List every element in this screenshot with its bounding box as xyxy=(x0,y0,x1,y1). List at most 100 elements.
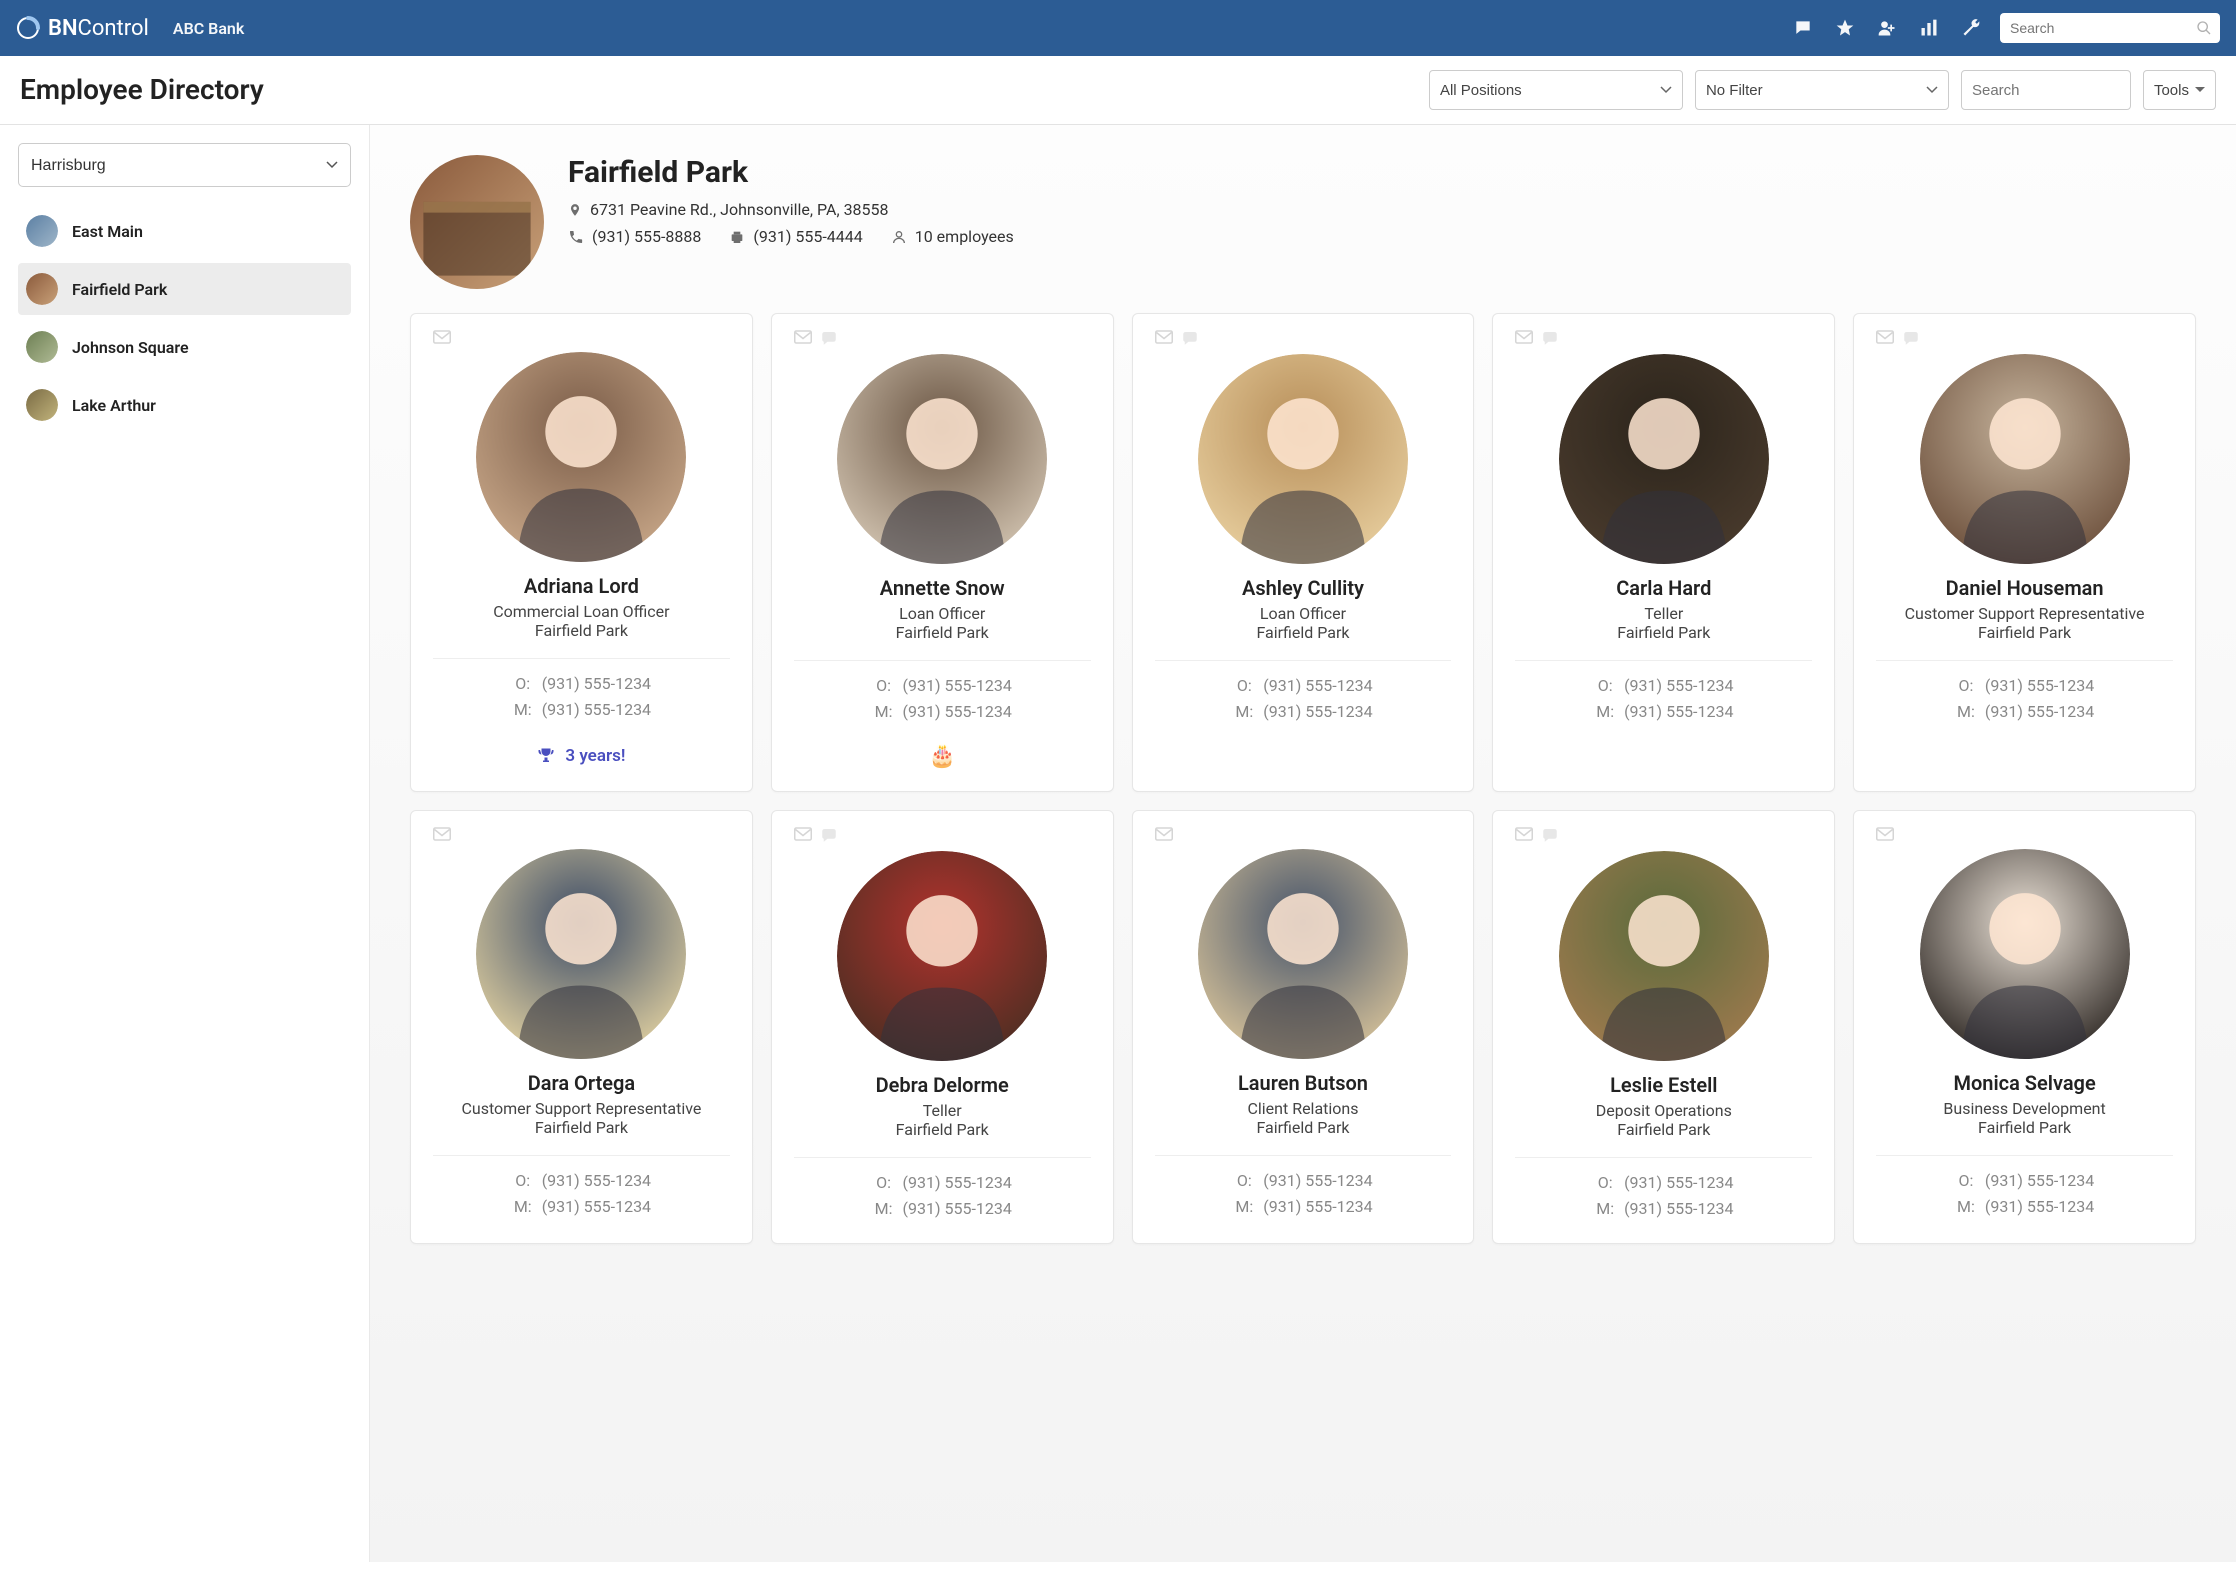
divider xyxy=(1155,660,1452,661)
chat-icon[interactable] xyxy=(1782,7,1824,49)
avatar xyxy=(837,851,1047,1061)
employee-card[interactable]: Ashley Cullity Loan Officer Fairfield Pa… xyxy=(1132,313,1475,792)
employee-phones: O: (931) 555-1234 M: (931) 555-1234 xyxy=(433,671,730,722)
sidebar-location-item[interactable]: Fairfield Park xyxy=(18,263,351,315)
location-label: Lake Arthur xyxy=(72,396,156,415)
employee-card[interactable]: Monica Selvage Business Development Fair… xyxy=(1853,810,2196,1244)
user-add-icon[interactable] xyxy=(1866,7,1908,49)
employee-phones: O: (931) 555-1234 M: (931) 555-1234 xyxy=(1155,1168,1452,1219)
mail-icon[interactable] xyxy=(1155,330,1173,344)
employee-branch: Fairfield Park xyxy=(1155,1118,1452,1137)
mail-icon[interactable] xyxy=(433,330,451,344)
global-search-input[interactable] xyxy=(2000,13,2220,43)
chat-bubble-icon[interactable] xyxy=(1541,330,1559,346)
mail-icon[interactable] xyxy=(1155,827,1173,841)
location-thumb xyxy=(26,215,58,247)
mail-icon[interactable] xyxy=(794,330,812,344)
location-thumb xyxy=(26,331,58,363)
mail-icon[interactable] xyxy=(1515,827,1533,841)
location-thumb xyxy=(26,389,58,421)
employee-card[interactable]: Carla Hard Teller Fairfield Park O: (931… xyxy=(1492,313,1835,792)
location-label: Johnson Square xyxy=(72,338,189,357)
wrench-icon[interactable] xyxy=(1950,7,1992,49)
avatar xyxy=(1559,851,1769,1061)
mail-icon[interactable] xyxy=(433,827,451,841)
employee-card[interactable]: Debra Delorme Teller Fairfield Park O: (… xyxy=(771,810,1114,1244)
card-actions xyxy=(1876,330,2173,346)
location-photo xyxy=(410,155,544,289)
filter-select[interactable]: No Filter xyxy=(1695,70,1949,110)
employee-card[interactable]: Annette Snow Loan Officer Fairfield Park… xyxy=(771,313,1114,792)
star-icon[interactable] xyxy=(1824,7,1866,49)
divider xyxy=(1876,660,2173,661)
card-actions xyxy=(1155,330,1452,346)
chat-bubble-icon[interactable] xyxy=(820,330,838,346)
employee-title: Commercial Loan Officer xyxy=(433,602,730,621)
divider xyxy=(794,660,1091,661)
divider xyxy=(794,1157,1091,1158)
employee-branch: Fairfield Park xyxy=(1515,623,1812,642)
divider xyxy=(433,658,730,659)
chat-bubble-icon[interactable] xyxy=(1902,330,1920,346)
location-fax: (931) 555-4444 xyxy=(729,227,862,246)
employee-branch: Fairfield Park xyxy=(1155,623,1452,642)
main-area: Harrisburg East Main Fairfield Park Johnso… xyxy=(0,125,2236,1562)
card-actions xyxy=(1515,330,1812,346)
card-actions xyxy=(794,330,1091,346)
employee-name: Lauren Butson xyxy=(1155,1071,1452,1095)
card-actions xyxy=(1515,827,1812,843)
employee-card[interactable]: Adriana Lord Commercial Loan Officer Fai… xyxy=(410,313,753,792)
region-select[interactable]: Harrisburg xyxy=(18,143,351,187)
avatar xyxy=(476,849,686,1059)
employee-card[interactable]: Lauren Butson Client Relations Fairfield… xyxy=(1132,810,1475,1244)
employee-card[interactable]: Daniel Houseman Customer Support Represe… xyxy=(1853,313,2196,792)
divider xyxy=(433,1155,730,1156)
bank-name: ABC Bank xyxy=(173,19,244,38)
card-actions xyxy=(433,330,730,344)
avatar xyxy=(1920,849,2130,1059)
directory-search-input[interactable] xyxy=(1961,70,2131,110)
avatar xyxy=(1559,354,1769,564)
location-address: 6731 Peavine Rd., Johnsonville, PA, 3855… xyxy=(568,200,889,219)
employee-name: Dara Ortega xyxy=(433,1071,730,1095)
sidebar-location-item[interactable]: Johnson Square xyxy=(18,321,351,373)
subheader: Employee Directory All Positions No Filt… xyxy=(0,56,2236,125)
employee-phones: O: (931) 555-1234 M: (931) 555-1234 xyxy=(1155,673,1452,724)
divider xyxy=(1515,660,1812,661)
trophy-icon xyxy=(537,747,555,765)
avatar xyxy=(1198,849,1408,1059)
location-label: East Main xyxy=(72,222,143,241)
mail-icon[interactable] xyxy=(1515,330,1533,344)
positions-select[interactable]: All Positions xyxy=(1429,70,1683,110)
content-area: Fairfield Park 6731 Peavine Rd., Johnson… xyxy=(370,125,2236,1562)
employee-title: Loan Officer xyxy=(1155,604,1452,623)
chat-bubble-icon[interactable] xyxy=(1181,330,1199,346)
employee-phones: O: (931) 555-1234 M: (931) 555-1234 xyxy=(794,673,1091,724)
card-actions xyxy=(1876,827,2173,841)
chat-bubble-icon[interactable] xyxy=(1541,827,1559,843)
employee-name: Daniel Houseman xyxy=(1876,576,2173,600)
employee-card[interactable]: Leslie Estell Deposit Operations Fairfie… xyxy=(1492,810,1835,1244)
location-header: Fairfield Park 6731 Peavine Rd., Johnson… xyxy=(410,155,2196,289)
mail-icon[interactable] xyxy=(1876,330,1894,344)
mail-icon[interactable] xyxy=(794,827,812,841)
mail-icon[interactable] xyxy=(1876,827,1894,841)
phone-icon xyxy=(568,229,584,245)
pin-icon xyxy=(568,201,582,219)
logo-icon xyxy=(16,16,40,40)
location-employee-count: 10 employees xyxy=(891,227,1014,246)
bars-icon[interactable] xyxy=(1908,7,1950,49)
divider xyxy=(1876,1155,2173,1156)
chat-bubble-icon[interactable] xyxy=(820,827,838,843)
employee-name: Debra Delorme xyxy=(794,1073,1091,1097)
brand-name: BNControl xyxy=(48,16,149,41)
card-actions xyxy=(433,827,730,841)
divider xyxy=(1155,1155,1452,1156)
employee-card[interactable]: Dara Ortega Customer Support Representat… xyxy=(410,810,753,1244)
sidebar-location-item[interactable]: East Main xyxy=(18,205,351,257)
tools-button[interactable]: Tools xyxy=(2143,70,2216,110)
global-search-wrap xyxy=(2000,13,2220,43)
sidebar-location-item[interactable]: Lake Arthur xyxy=(18,379,351,431)
employee-cards: Adriana Lord Commercial Loan Officer Fai… xyxy=(410,313,2196,1244)
top-bar: BNControl ABC Bank xyxy=(0,0,2236,56)
